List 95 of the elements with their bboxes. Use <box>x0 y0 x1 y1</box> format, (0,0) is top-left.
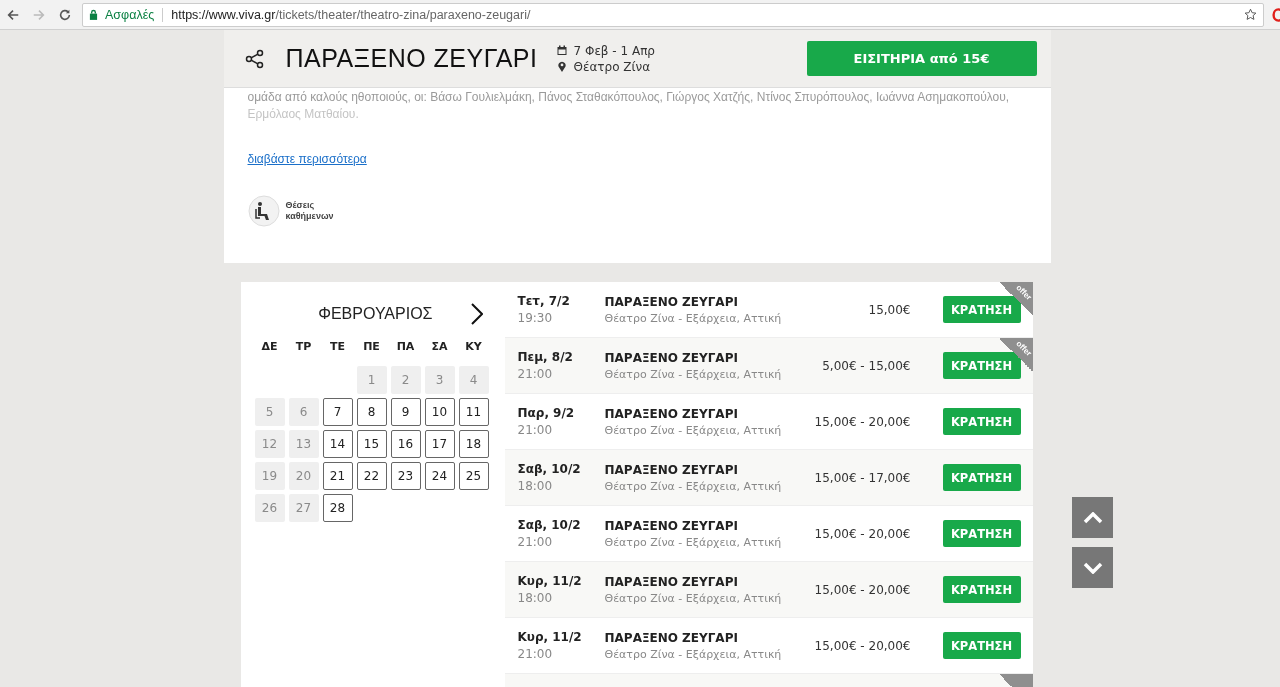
calendar-day: 26 <box>254 494 285 522</box>
calendar-day[interactable]: 17 <box>424 430 455 458</box>
calendar-day[interactable]: 21 <box>322 462 353 490</box>
performance-price: 15,00€ - 17,00€ <box>813 470 911 485</box>
calendar-day: 2 <box>390 366 421 394</box>
performance-title: ΠΑΡΑΞΕΝΟ ΖΕΥΓΑΡΙ <box>604 630 739 645</box>
performance-venue: Θέατρο Ζίνα - Εξάρχεια, Αττική <box>604 535 783 549</box>
calendar-day: 3 <box>424 366 455 394</box>
calendar-day[interactable]: 18 <box>458 430 489 458</box>
weekday-label: ΚΥ <box>464 340 483 355</box>
next-month-icon[interactable] <box>470 303 483 325</box>
performance-date: Κυρ, 11/2 <box>517 630 583 644</box>
performance-time: 21:00 <box>517 367 554 381</box>
month-title: ΦΕΒΡΟΥΑΡΙΟΣ <box>318 305 433 323</box>
performance-price: 15,00€ - 20,00€ <box>813 526 911 541</box>
performance-time: 21:00 <box>517 535 554 549</box>
performance-title: ΠΑΡΑΞΕΝΟ ΖΕΥΓΑΡΙ <box>604 350 739 365</box>
performance-venue: Θέατρο Ζίνα - Εξάρχεια, Αττική <box>604 647 783 661</box>
calendar-day[interactable]: 7 <box>322 398 353 426</box>
seated-person-icon <box>247 195 280 227</box>
calendar-day[interactable]: 11 <box>458 398 489 426</box>
calendar-day: 4 <box>458 366 489 394</box>
performance-price: 15,00€ - 20,00€ <box>813 414 911 429</box>
description-text: Ερμόλαος Ματθαίου. <box>247 106 360 123</box>
event-dates: 7 Φεβ - 1 Απρ <box>573 43 655 58</box>
calendar-icon <box>557 45 568 56</box>
performance-date: Κυρ, 11/2 <box>517 574 583 588</box>
calendar-day[interactable]: 22 <box>356 462 387 490</box>
calendar-day: 1 <box>356 366 387 394</box>
weekday-label: ΤΡ <box>294 340 313 355</box>
location-pin-icon <box>557 61 568 72</box>
calendar-day[interactable]: 16 <box>390 430 421 458</box>
chevron-down-icon <box>1082 561 1103 574</box>
performance-title: ΠΑΡΑΞΕΝΟ ΖΕΥΓΑΡΙ <box>604 518 739 533</box>
calendar-day: 27 <box>288 494 319 522</box>
url-text: https://www.viva.gr/tickets/theater/theatro-zina/paraxeno-zeugari/ <box>171 7 532 22</box>
calendar-day: 20 <box>288 462 319 490</box>
weekday-label: ΤΕ <box>329 340 346 355</box>
calendar-day[interactable]: 10 <box>424 398 455 426</box>
scroll-up-button[interactable] <box>1072 497 1113 538</box>
read-more-link[interactable]: διαβάστε περισσότερα <box>247 152 367 166</box>
performance-time: 18:00 <box>517 479 554 493</box>
performance-venue: Θέατρο Ζίνα - Εξάρχεια, Αττική <box>604 479 783 493</box>
performance-price: 15,00€ - 20,00€ <box>813 638 911 653</box>
performance-time: 21:00 <box>517 647 554 661</box>
description-text: ομάδα από καλούς ηθοποιούς, οι: Βάσω Γουλιελμάκη, Πάνος Σταθακόπουλος, Γιώργος Χατζής, Ντίνος Σπυρόπουλος, Ιωάννα Ασημακοπούλου, <box>247 89 1011 106</box>
reload-icon[interactable] <box>58 7 72 22</box>
performance-date: Σαβ, 10/2 <box>517 462 582 476</box>
performance-date: Παρ, 9/2 <box>517 406 576 420</box>
calendar-day[interactable]: 15 <box>356 430 387 458</box>
address-bar[interactable]: Ασφαλές https://www.viva.gr/tickets/theater/theatro-zina/paraxeno-zeugari/ <box>82 2 1264 27</box>
event-title: ΠΑΡΑΞΕΝΟ ΖΕΥΓΑΡΙ <box>285 44 538 73</box>
share-icon[interactable] <box>244 48 265 69</box>
weekday-label: ΔΕ <box>260 340 279 355</box>
performance-date: Τετ, 7/2 <box>517 294 571 308</box>
calendar-day: 6 <box>288 398 319 426</box>
performance-venue: Θέατρο Ζίνα - Εξάρχεια, Αττική <box>604 367 783 381</box>
calendar-day[interactable]: 28 <box>322 494 353 522</box>
performance-time: 19:30 <box>517 311 554 325</box>
back-icon[interactable] <box>6 7 20 22</box>
calendar-day: 12 <box>254 430 285 458</box>
weekday-label: ΠΕ <box>362 340 381 355</box>
extension-icon[interactable] <box>1272 6 1280 23</box>
calendar-day[interactable]: 24 <box>424 462 455 490</box>
calendar-day[interactable]: 9 <box>390 398 421 426</box>
performance-price: 15,00€ - 20,00€ <box>813 582 911 597</box>
calendar-day[interactable]: 8 <box>356 398 387 426</box>
lock-icon <box>89 9 98 20</box>
performance-title: ΠΑΡΑΞΕΝΟ ΖΕΥΓΑΡΙ <box>604 462 739 477</box>
performance-price: 5,00€ - 15,00€ <box>821 358 911 373</box>
performance-title: ΠΑΡΑΞΕΝΟ ΖΕΥΓΑΡΙ <box>604 574 739 589</box>
secure-label: Ασφαλές <box>105 7 155 22</box>
calendar-day: 5 <box>254 398 285 426</box>
performance-venue: Θέατρο Ζίνα - Εξάρχεια, Αττική <box>604 423 783 437</box>
weekday-label: ΠΑ <box>395 340 416 355</box>
star-icon[interactable] <box>1244 8 1257 21</box>
event-venue: Θέατρο Ζίνα <box>573 59 651 74</box>
performance-date: Πεμ, 8/2 <box>517 350 574 364</box>
performance-time: 18:00 <box>517 591 554 605</box>
chevron-up-icon <box>1082 511 1103 524</box>
performance-time: 21:00 <box>517 423 554 437</box>
weekday-label: ΣΑ <box>430 340 449 355</box>
scroll-down-button[interactable] <box>1072 547 1113 588</box>
performance-date: Σαβ, 10/2 <box>517 518 582 532</box>
performance-venue: Θέατρο Ζίνα - Εξάρχεια, Αττική <box>604 311 783 325</box>
performance-venue: Θέατρο Ζίνα - Εξάρχεια, Αττική <box>604 591 783 605</box>
performance-title: ΠΑΡΑΞΕΝΟ ΖΕΥΓΑΡΙ <box>604 406 739 421</box>
calendar-day: 19 <box>254 462 285 490</box>
performance-price: 15,00€ <box>867 302 911 317</box>
calendar-day[interactable]: 23 <box>390 462 421 490</box>
feature-label: Θέσεις καθήμενων <box>285 200 335 222</box>
performance-title: ΠΑΡΑΞΕΝΟ ΖΕΥΓΑΡΙ <box>604 294 739 309</box>
calendar-day: 13 <box>288 430 319 458</box>
calendar-day[interactable]: 25 <box>458 462 489 490</box>
calendar-day[interactable]: 14 <box>322 430 353 458</box>
